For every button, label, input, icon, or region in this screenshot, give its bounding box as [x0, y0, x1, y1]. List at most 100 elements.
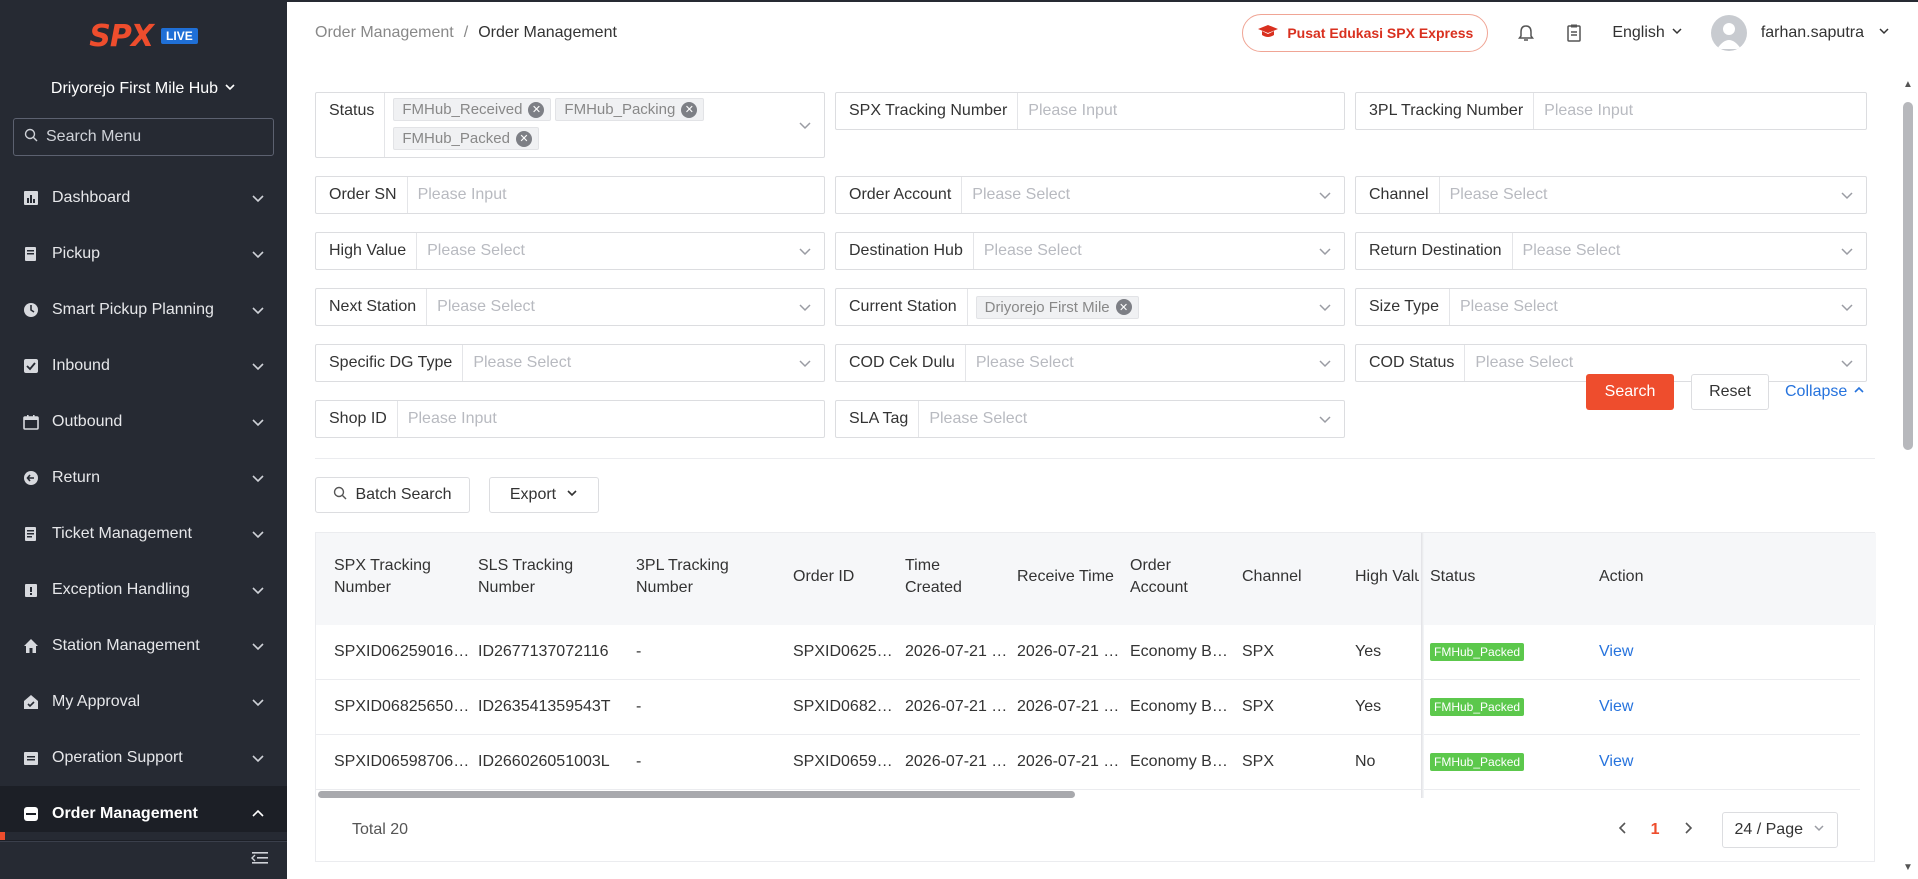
sidebar-item-my-approval[interactable]: My Approval: [0, 674, 287, 730]
chevron-down-icon: [251, 527, 265, 541]
scroll-down-icon[interactable]: ▼: [1903, 863, 1913, 873]
specific-dg-select[interactable]: Specific DG Type Please Select: [315, 344, 825, 382]
order-sn-field[interactable]: Order SN Please Input: [315, 176, 825, 214]
orders-table: SPX Tracking Number SLS Tracking Number …: [315, 532, 1876, 862]
channel-select[interactable]: Channel Please Select: [1355, 176, 1867, 214]
sidebar-item-operation-support[interactable]: Operation Support: [0, 730, 287, 786]
sidebar-item-exception-handling[interactable]: Exception Handling: [0, 562, 287, 618]
bell-icon[interactable]: [1516, 23, 1536, 43]
breadcrumb: Order Management / Order Management: [315, 24, 617, 42]
sidebar-item-label: My Approval: [52, 693, 141, 710]
cell-3pl-tracking: -: [636, 698, 642, 715]
order-account-select[interactable]: Order Account Please Select: [835, 176, 1345, 214]
clipboard-icon[interactable]: [1564, 23, 1584, 43]
chevron-left-icon[interactable]: [1617, 821, 1629, 840]
search-button[interactable]: Search: [1586, 374, 1674, 410]
sidebar-item-ticket-management[interactable]: Ticket Management: [0, 506, 287, 562]
sla-tag-label: SLA Tag: [836, 401, 920, 437]
tpl-tracking-label: 3PL Tracking Number: [1356, 93, 1535, 129]
order-sn-input[interactable]: Please Input: [408, 186, 824, 204]
chevron-down-icon: [251, 359, 265, 373]
status-tag-label: FMHub_Packed: [402, 130, 510, 147]
size-type-placeholder: Please Select: [1459, 298, 1558, 315]
breadcrumb-current: Order Management: [478, 24, 617, 41]
outbound-icon: [22, 413, 40, 431]
page-size-select[interactable]: 24 / Page: [1721, 812, 1838, 848]
tpl-tracking-input[interactable]: Please Input: [1534, 102, 1866, 120]
specific-dg-label: Specific DG Type: [316, 345, 464, 381]
status-tag: FMHub_Packing ✕: [555, 98, 705, 121]
status-filter[interactable]: Status FMHub_Received ✕ FMHub_Packing ✕ FM…: [315, 92, 825, 158]
cell-sls-tracking: ID2677137072116: [478, 643, 609, 660]
vertical-scrollbar[interactable]: ▲ ▼: [1901, 78, 1913, 873]
spx-logo: SPX: [89, 18, 154, 54]
high-value-select[interactable]: High Value Please Select: [315, 232, 825, 270]
sla-tag-select[interactable]: SLA Tag Please Select: [835, 400, 1345, 438]
breadcrumb-separator: /: [463, 24, 469, 41]
destination-hub-placeholder: Please Select: [983, 242, 1082, 259]
graduation-cap-icon: [1257, 24, 1279, 43]
language-selector[interactable]: English: [1612, 24, 1682, 42]
table-row: SPXID06598706… ID266026051003L - SPXID06…: [316, 735, 1860, 790]
scrollbar-thumb[interactable]: [1903, 102, 1913, 450]
batch-search-button[interactable]: Batch Search: [315, 477, 470, 513]
sidebar-item-label: Exception Handling: [52, 581, 190, 598]
collapse-menu-icon[interactable]: [251, 850, 269, 871]
cell-channel: SPX: [1242, 698, 1275, 715]
batch-search-label: Batch Search: [355, 486, 452, 503]
sidebar-item-inbound[interactable]: Inbound: [0, 338, 287, 394]
chevron-right-icon[interactable]: [1682, 821, 1694, 840]
table-row: SPXID06825650… ID263541359543T - SPXID06…: [316, 680, 1860, 735]
username: farhan.saputra: [1760, 24, 1864, 41]
collapse-button[interactable]: Collapse: [1785, 374, 1865, 410]
status-tag: FMHub_Packed ✕: [393, 127, 539, 150]
sidebar-item-return[interactable]: Return: [0, 450, 287, 506]
sidebar-item-smart-pickup-planning[interactable]: Smart Pickup Planning: [0, 282, 287, 338]
page-number[interactable]: 1: [1651, 821, 1660, 839]
close-icon[interactable]: ✕: [515, 130, 532, 147]
horizontal-scrollbar[interactable]: [318, 791, 1075, 798]
view-link[interactable]: View: [1599, 751, 1633, 773]
cell-3pl-tracking: -: [636, 753, 642, 770]
table-header: SPX Tracking Number SLS Tracking Number …: [316, 533, 1876, 625]
spx-tracking-input[interactable]: Please Input: [1018, 102, 1344, 120]
sidebar-item-station-management[interactable]: Station Management: [0, 618, 287, 674]
tpl-tracking-field[interactable]: 3PL Tracking Number Please Input: [1355, 92, 1867, 130]
spx-tracking-field[interactable]: SPX Tracking Number Please Input: [835, 92, 1345, 130]
return-destination-select[interactable]: Return Destination Please Select: [1355, 232, 1867, 270]
sidebar-item-dashboard[interactable]: Dashboard: [0, 170, 287, 226]
approval-icon: [22, 693, 40, 711]
shop-id-input[interactable]: Please Input: [398, 410, 824, 428]
hub-selector[interactable]: Driyorejo First Mile Hub: [0, 72, 287, 106]
sidebar-menu: Dashboard Pickup Smart Pickup Planning I…: [0, 170, 287, 842]
sidebar-item-pickup[interactable]: Pickup: [0, 226, 287, 282]
shop-id-field[interactable]: Shop ID Please Input: [315, 400, 825, 438]
size-type-select[interactable]: Size Type Please Select: [1355, 288, 1867, 326]
next-station-select[interactable]: Next Station Please Select: [315, 288, 825, 326]
user-menu[interactable]: farhan.saputra: [1710, 15, 1890, 51]
pagination: 1 24 / Page: [1617, 812, 1838, 848]
export-button[interactable]: Export: [489, 477, 599, 513]
sidebar-item-label: Ticket Management: [52, 525, 192, 542]
breadcrumb-parent[interactable]: Order Management: [315, 24, 454, 42]
search-menu-input[interactable]: Search Menu: [13, 118, 274, 156]
export-label: Export: [509, 486, 557, 503]
scroll-up-icon[interactable]: ▲: [1903, 80, 1913, 90]
view-link[interactable]: View: [1599, 641, 1633, 663]
table-row: SPXID06259016… ID2677137072116 - SPXID06…: [316, 625, 1860, 680]
sidebar-item-label: Pickup: [52, 245, 101, 262]
sidebar-item-outbound[interactable]: Outbound: [0, 394, 287, 450]
destination-hub-select[interactable]: Destination Hub Please Select: [835, 232, 1345, 270]
close-icon[interactable]: ✕: [1115, 299, 1132, 315]
cod-cek-select[interactable]: COD Cek Dulu Please Select: [835, 344, 1345, 382]
view-link[interactable]: View: [1599, 696, 1633, 718]
column-header: Order Account: [1130, 557, 1188, 596]
reset-button[interactable]: Reset: [1691, 374, 1769, 410]
close-icon[interactable]: ✕: [528, 101, 545, 118]
edu-center-button[interactable]: Pusat Edukasi SPX Express: [1242, 14, 1489, 52]
close-icon[interactable]: ✕: [681, 101, 698, 118]
status-tag-label: FMHub_Packing: [564, 101, 676, 118]
shop-id-label: Shop ID: [316, 401, 398, 437]
pickup-icon: [22, 245, 40, 263]
current-station-select[interactable]: Current Station Driyorejo First Mile ✕: [835, 288, 1345, 326]
